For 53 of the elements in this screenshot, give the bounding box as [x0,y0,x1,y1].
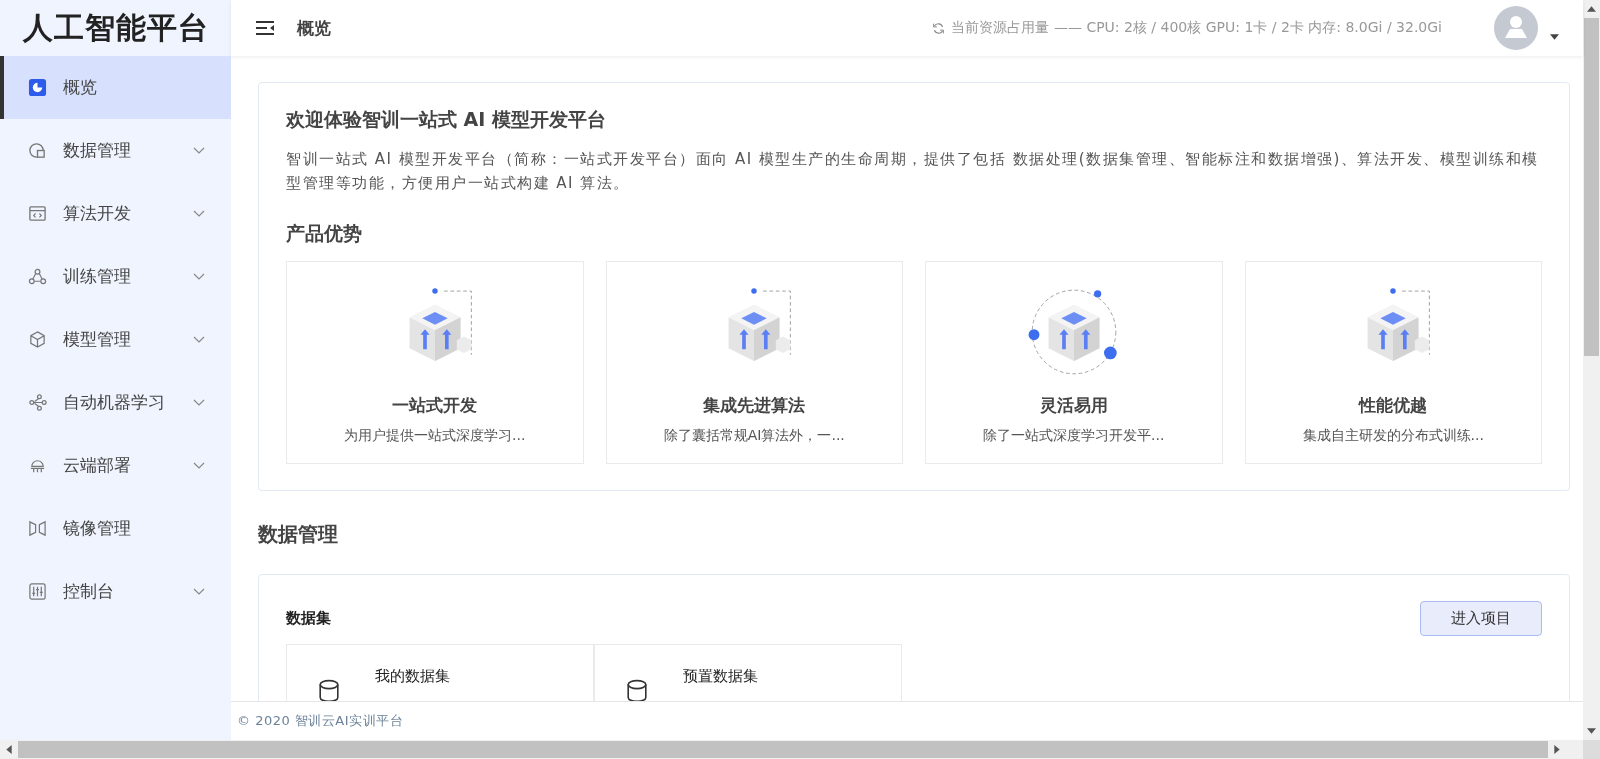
sidebar-item[interactable]: 数据管理 [0,119,231,182]
menu-icon [28,330,47,349]
section-title: 产品优势 [286,221,363,246]
sidebar-item[interactable]: 算法开发 [0,182,231,245]
vertical-scrollbar[interactable] [1583,0,1600,740]
copyright-text: © 2020 智训云AI实训平台 [237,712,404,730]
feature-description: 除了囊括常规AI算法外，一... [663,427,845,445]
menu-icon [28,141,47,160]
feature-title: 集成先进算法 [703,394,806,417]
feature-title: 一站式开发 [392,394,478,417]
menu-icon [28,78,47,97]
menu-fold-icon[interactable] [255,20,275,36]
page-title: 概览 [297,16,331,40]
sidebar-item[interactable]: 自动机器学习 [0,371,231,434]
database-icon [625,679,649,701]
logo-text: 人工智能平台 [21,8,210,47]
sidebar-item[interactable]: 训练管理 [0,245,231,308]
menu-icon [28,204,47,223]
sidebar-item[interactable]: 模型管理 [0,308,231,371]
section-heading: 数据管理 [258,521,339,548]
menu-icon [28,519,47,538]
feature-title: 灵活易用 [1039,394,1108,417]
menu-icon [28,267,47,286]
scrollbar-corner [1583,740,1600,759]
feature-card[interactable]: 集成先进算法 除了囊括常规AI算法外，一... [605,261,903,464]
menu-icon [28,582,47,601]
caret-down-icon[interactable] [1550,34,1559,40]
sidebar-item[interactable]: 镜像管理 [0,497,231,560]
scroll-up-icon[interactable] [1587,6,1596,12]
scroll-down-icon[interactable] [1587,728,1596,734]
feature-description: 为用户提供一站式深度学习... [344,427,526,445]
sidebar-item[interactable]: 概览 [0,56,231,119]
enter-project-button[interactable]: 进入项目 [1420,601,1542,636]
welcome-title: 欢迎体验智训一站式 AI 模型开发平台 [286,107,607,132]
database-icon [317,679,341,701]
feature-description: 集成自主研发的分布式训练... [1302,427,1484,445]
sidebar-item[interactable]: 云端部署 [0,434,231,497]
feature-title: 性能优越 [1359,394,1428,417]
feature-description: 除了一站式深度学习开发平... [983,427,1165,445]
feature-card[interactable]: 灵活易用 除了一站式深度学习开发平... [925,261,1223,464]
sidebar-item[interactable]: 控制台 [0,560,231,623]
scroll-left-icon[interactable] [6,745,12,754]
tile-title: 我的数据集 [375,667,450,686]
tile-title: 预置数据集 [683,667,758,686]
resource-usage-text: 当前资源占用量 —— CPU: 2核 / 400核 GPU: 1卡 / 2卡 内存: 8.0Gi / 32.0Gi [951,19,1442,37]
menu-icon [28,393,47,412]
scrollbar-thumb[interactable] [1584,18,1599,356]
feature-card[interactable]: 一站式开发 为用户提供一站式深度学习... [286,261,584,464]
feature-card[interactable]: 性能优越 集成自主研发的分布式训练... [1244,261,1542,464]
refresh-icon[interactable] [932,21,946,35]
scroll-right-icon[interactable] [1554,745,1560,754]
card-title: 数据集 [286,609,331,628]
welcome-description: 智训一站式 AI 模型开发平台（简称：一站式开发平台）面向 AI 模型生产的生命周期，提供了包括 数据处理(数据集管理、智能标注和数据增强)、算法开发、模型训练和模型管理等功能，方便用户一站式构建 AI 算法。 [286,149,1540,194]
